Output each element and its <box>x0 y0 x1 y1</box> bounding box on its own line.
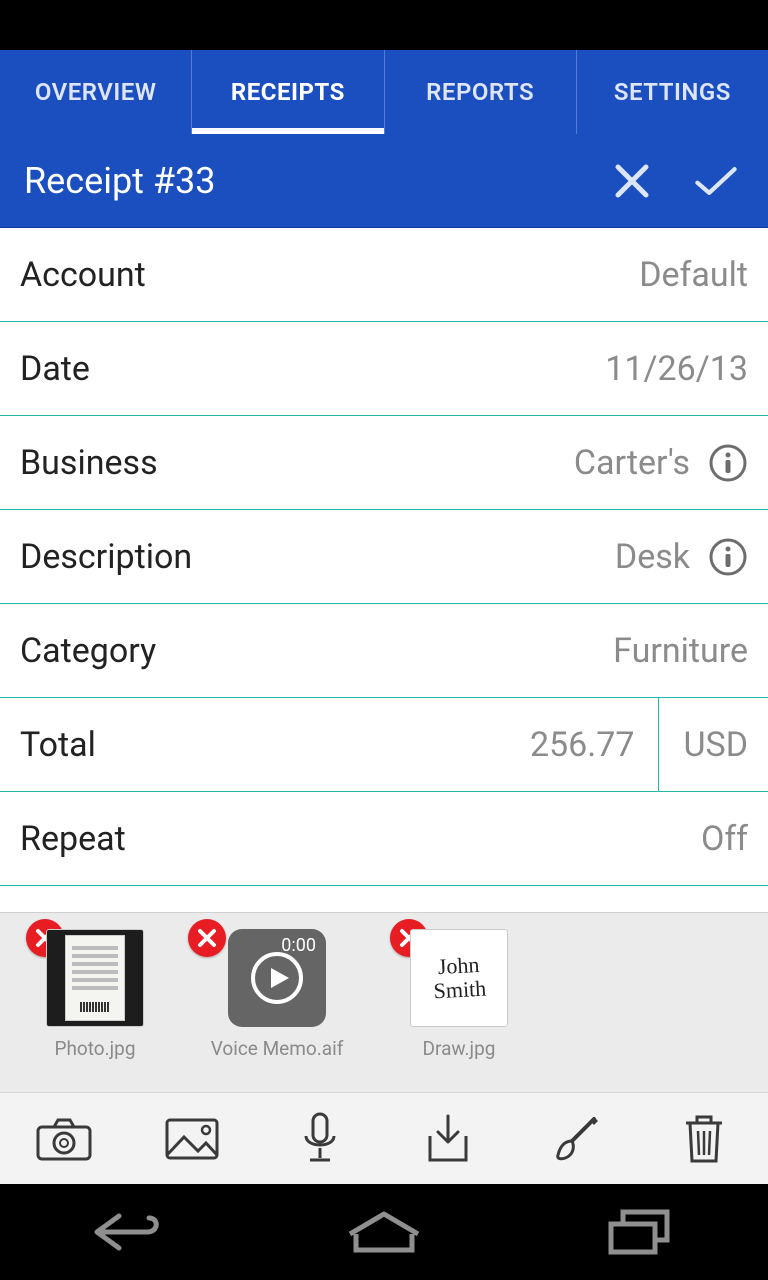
play-icon <box>250 951 304 1005</box>
attachment-toolbar <box>0 1092 768 1184</box>
label-date: Date <box>20 349 90 389</box>
delete-x-icon <box>197 928 217 948</box>
brush-icon <box>550 1113 602 1165</box>
label-category: Category <box>20 631 156 671</box>
drawing-thumbnail: JohnSmith <box>410 929 508 1027</box>
info-icon <box>708 537 748 577</box>
business-info-button[interactable] <box>708 443 748 483</box>
page-title: Receipt #33 <box>24 160 610 202</box>
status-bar <box>0 0 768 50</box>
value-date: 11/26/13 <box>605 349 748 389</box>
back-icon <box>89 1210 167 1254</box>
photo-thumbnail <box>46 929 144 1027</box>
cancel-button[interactable] <box>610 159 654 203</box>
row-total[interactable]: Total 256.77 USD <box>0 698 768 792</box>
audio-duration: 0:00 <box>281 935 316 956</box>
attachment-audio[interactable]: 0:00 Voice Memo.aif <box>202 929 352 1060</box>
tab-settings[interactable]: SETTINGS <box>577 50 768 134</box>
value-account: Default <box>639 255 748 295</box>
receipt-image-icon <box>65 935 125 1021</box>
label-account: Account <box>20 255 146 295</box>
currency-selector[interactable]: USD <box>658 698 748 791</box>
draw-button[interactable] <box>548 1111 604 1167</box>
voice-memo-button[interactable] <box>292 1111 348 1167</box>
row-repeat[interactable]: Repeat Off <box>0 792 768 886</box>
value-business: Carter's <box>574 443 690 483</box>
nav-home-button[interactable] <box>339 1202 429 1262</box>
label-total: Total <box>20 725 96 765</box>
gallery-button[interactable] <box>164 1111 220 1167</box>
value-total-currency: USD <box>683 725 748 765</box>
value-category: Furniture <box>613 631 748 671</box>
trash-icon <box>682 1113 726 1165</box>
row-notes[interactable]: Notes <box>0 886 768 912</box>
tab-overview[interactable]: OVERVIEW <box>0 50 192 134</box>
row-date[interactable]: Date 11/26/13 <box>0 322 768 416</box>
recent-apps-icon <box>607 1208 673 1256</box>
import-button[interactable] <box>420 1111 476 1167</box>
label-repeat: Repeat <box>20 819 126 859</box>
delete-attachment-button[interactable] <box>188 919 226 957</box>
row-category[interactable]: Category Furniture <box>0 604 768 698</box>
attachment-photo[interactable]: Photo.jpg <box>40 929 150 1060</box>
attachments-strip: Photo.jpg 0:00 Voice Memo.aif JohnSmith … <box>0 912 768 1092</box>
nav-recent-button[interactable] <box>595 1202 685 1262</box>
row-account[interactable]: Account Default <box>0 228 768 322</box>
attachment-caption: Photo.jpg <box>54 1037 135 1060</box>
attachment-caption: Draw.jpg <box>423 1037 496 1060</box>
description-info-button[interactable] <box>708 537 748 577</box>
camera-icon <box>36 1117 92 1161</box>
row-business[interactable]: Business Carter's <box>0 416 768 510</box>
info-icon <box>708 443 748 483</box>
value-description: Desk <box>615 537 690 577</box>
attachment-drawing[interactable]: JohnSmith Draw.jpg <box>404 929 514 1060</box>
value-total-amount: 256.77 <box>530 725 659 765</box>
camera-button[interactable] <box>36 1111 92 1167</box>
download-icon <box>424 1114 472 1164</box>
nav-back-button[interactable] <box>83 1202 173 1262</box>
tab-reports[interactable]: REPORTS <box>385 50 577 134</box>
label-description: Description <box>20 537 192 577</box>
edit-header: Receipt #33 <box>0 134 768 228</box>
image-icon <box>164 1117 220 1161</box>
row-description[interactable]: Description Desk <box>0 510 768 604</box>
delete-button[interactable] <box>676 1111 732 1167</box>
confirm-button[interactable] <box>694 159 738 203</box>
audio-thumbnail: 0:00 <box>228 929 326 1027</box>
label-business: Business <box>20 443 158 483</box>
tab-receipts[interactable]: RECEIPTS <box>192 50 384 134</box>
signature-icon: JohnSmith <box>431 952 486 1003</box>
receipt-form: Account Default Date 11/26/13 Business C… <box>0 228 768 912</box>
check-icon <box>694 161 738 201</box>
close-icon <box>612 161 652 201</box>
android-navbar <box>0 1184 768 1280</box>
value-repeat: Off <box>701 819 748 859</box>
home-icon <box>344 1210 424 1254</box>
attachment-caption: Voice Memo.aif <box>211 1037 344 1060</box>
tabs: OVERVIEW RECEIPTS REPORTS SETTINGS <box>0 50 768 134</box>
microphone-icon <box>300 1112 340 1166</box>
